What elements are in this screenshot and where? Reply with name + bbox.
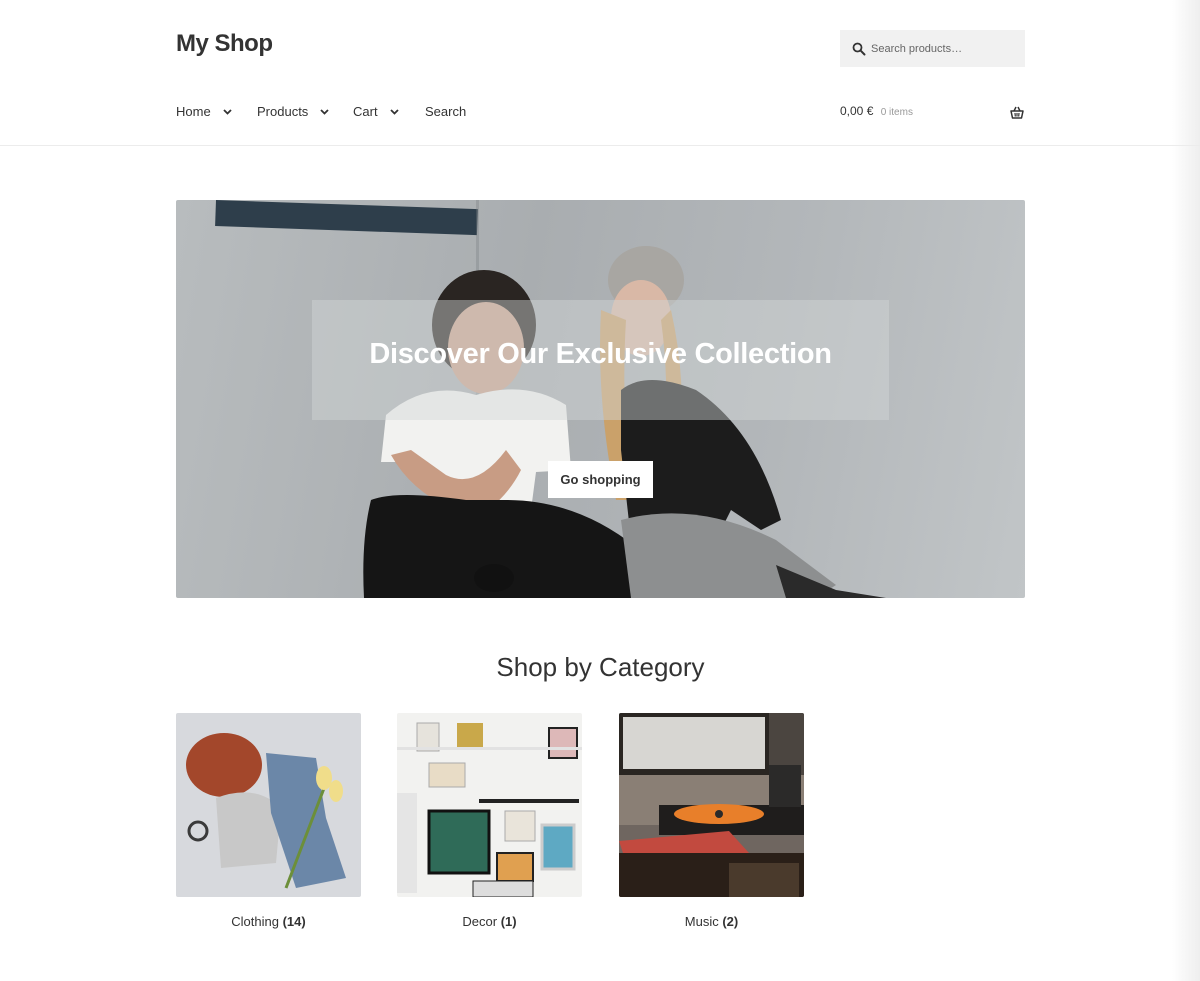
nav-item-search[interactable]: Search	[425, 104, 466, 119]
cart-item-count: 0 items	[880, 107, 913, 118]
site-title[interactable]: My Shop	[176, 30, 273, 58]
category-card-clothing[interactable]: Clothing (14)	[176, 713, 361, 929]
nav-item-products[interactable]: Products	[257, 104, 329, 119]
nav-item-label: Products	[257, 104, 309, 119]
search-input[interactable]	[869, 38, 1023, 60]
nav-item-label: Home	[176, 104, 211, 119]
section-title: Shop by Category	[496, 652, 705, 682]
category-label[interactable]: Music (2)	[619, 914, 804, 929]
cart-total: 0,00 €	[840, 104, 874, 118]
search-box[interactable]	[840, 30, 1025, 67]
nav-item-label: Search	[425, 104, 467, 119]
category-name: Clothing	[231, 914, 279, 929]
chevron-down-icon[interactable]	[320, 108, 329, 115]
go-shopping-button[interactable]: Go shopping	[548, 461, 653, 498]
category-label[interactable]: Decor (1)	[397, 914, 582, 929]
page-edge-shadow	[1172, 0, 1200, 981]
category-label[interactable]: Clothing (14)	[176, 914, 361, 929]
category-image-music[interactable]	[619, 713, 804, 897]
chevron-down-icon[interactable]	[389, 108, 399, 115]
category-name: Decor	[462, 914, 498, 929]
category-card-decor[interactable]: Decor (1)	[397, 713, 582, 929]
header-divider	[0, 145, 1200, 146]
category-image-clothing[interactable]	[176, 713, 361, 897]
nav-item-home[interactable]: Home	[176, 104, 232, 119]
basket-icon[interactable]	[1010, 106, 1024, 119]
category-count: (14)	[282, 914, 306, 929]
category-image-decor[interactable]	[397, 713, 582, 897]
cart-summary[interactable]: 0,00 € 0 items	[840, 104, 913, 118]
search-icon	[852, 42, 866, 56]
hero-banner: Discover Our Exclusive Collection Go sho…	[176, 200, 1025, 598]
category-name: Music	[684, 914, 719, 929]
category-count: (1)	[500, 914, 517, 929]
category-card-music[interactable]: Music (2)	[619, 713, 804, 929]
chevron-down-icon[interactable]	[223, 108, 232, 115]
nav-item-label: Cart	[353, 104, 378, 119]
nav-item-cart[interactable]: Cart	[353, 104, 399, 119]
hero-title: Discover Our Exclusive Collection	[369, 338, 832, 370]
category-count: (2)	[722, 914, 739, 929]
